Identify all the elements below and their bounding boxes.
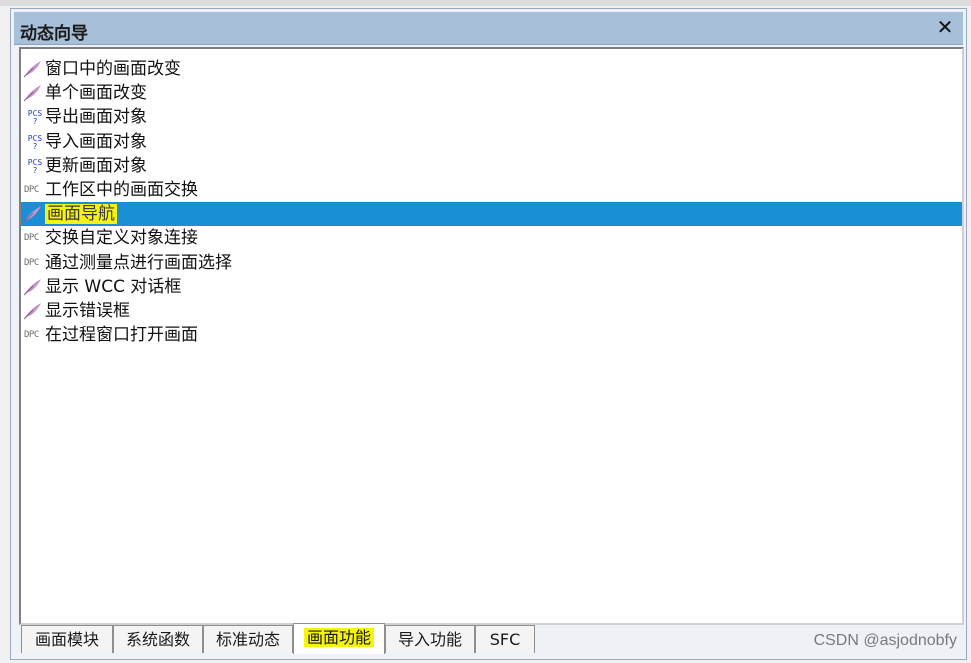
list-item-text: 在过程窗口打开画面 <box>45 325 198 346</box>
list-item-label: 更新画面对象 <box>45 154 147 178</box>
pcs-icon-text: PCS ? <box>27 157 43 175</box>
dynamic-wizard-window: 动态向导 ✕ 窗口中的画面改变 单个画面改变 PCS ? 导出画面对象 PCS ? 导入画… <box>10 8 967 660</box>
tab-label: 画面模块 <box>34 630 99 649</box>
list-item-text: 导出画面对象 <box>45 107 147 128</box>
dpc-icon: DPC <box>23 254 43 272</box>
pcs-icon: PCS ? <box>23 157 43 175</box>
list-item-label: 交换自定义对象连接 <box>45 226 198 250</box>
list-item[interactable]: 显示 WCC 对话框 <box>21 275 962 299</box>
tab-1[interactable]: 系统函数 <box>113 625 203 653</box>
quill-icon <box>23 205 43 223</box>
tab-label: 系统函数 <box>125 630 190 649</box>
list-item[interactable]: PCS ? 更新画面对象 <box>21 154 962 178</box>
list-item-label: 在过程窗口打开画面 <box>45 323 198 347</box>
dpc-icon: DPC <box>23 326 43 344</box>
titlebar: 动态向导 ✕ <box>14 12 963 45</box>
quill-icon <box>23 278 43 296</box>
tab-label: 标准动态 <box>215 630 280 649</box>
list-item-label: 导入画面对象 <box>45 130 147 154</box>
list-item-label: 画面导航 <box>45 202 117 227</box>
pcs-icon-text: PCS ? <box>27 109 43 127</box>
list-item-text: 通过测量点进行画面选择 <box>45 252 232 273</box>
list-item[interactable]: PCS ? 导出画面对象 <box>21 105 962 129</box>
dpc-icon: DPC <box>23 229 43 247</box>
list-item-label: 工作区中的画面交换 <box>45 178 198 202</box>
list-item-label: 窗口中的画面改变 <box>45 57 181 81</box>
list-item-label: 导出画面对象 <box>45 105 147 129</box>
pcs-icon-text: PCS ? <box>27 133 43 151</box>
list-item-text: 工作区中的画面交换 <box>45 180 198 200</box>
wizard-list[interactable]: 窗口中的画面改变 单个画面改变 PCS ? 导出画面对象 PCS ? 导入画面对象 PCS … <box>19 47 964 625</box>
list-item[interactable]: 单个画面改变 <box>21 81 962 105</box>
list-item-text: 更新画面对象 <box>45 155 147 176</box>
close-icon[interactable]: ✕ <box>935 16 955 38</box>
dpc-icon-text: DPC <box>24 185 39 195</box>
tab-0[interactable]: 画面模块 <box>21 625 113 653</box>
list-item[interactable]: DPC 在过程窗口打开画面 <box>21 323 962 347</box>
list-item-label: 通过测量点进行画面选择 <box>45 251 232 275</box>
dpc-icon-text: DPC <box>24 257 39 268</box>
dpc-icon: DPC <box>23 181 43 199</box>
list-item-text: 交换自定义对象连接 <box>45 228 198 249</box>
list-item[interactable]: DPC 通过测量点进行画面选择 <box>21 251 962 275</box>
list-item-text: 画面导航 <box>45 204 117 225</box>
list-item[interactable]: DPC 工作区中的画面交换 <box>21 178 962 202</box>
list-item-label: 显示 WCC 对话框 <box>45 275 181 299</box>
dpc-icon-text: DPC <box>24 233 39 244</box>
tab-label: 画面功能 <box>303 628 374 647</box>
list-item-text: 窗口中的画面改变 <box>45 59 181 79</box>
tab-label: SFC <box>489 630 521 649</box>
quill-icon <box>23 302 43 320</box>
pcs-icon: PCS ? <box>23 133 43 151</box>
list-item-text: 显示错误框 <box>45 301 130 321</box>
list-item[interactable]: PCS ? 导入画面对象 <box>21 130 962 154</box>
list-item-text: 单个画面改变 <box>45 83 147 104</box>
quill-icon <box>23 60 43 78</box>
tab-label: 导入功能 <box>397 630 462 649</box>
list-item[interactable]: 显示错误框 <box>21 299 962 323</box>
list-item[interactable]: 窗口中的画面改变 <box>21 57 962 81</box>
quill-icon <box>23 84 43 102</box>
window-title: 动态向导 <box>20 24 88 44</box>
list-item-text: 导入画面对象 <box>45 131 147 152</box>
tab-4[interactable]: 导入功能 <box>385 625 475 653</box>
tab-5[interactable]: SFC <box>475 625 535 653</box>
tab-2[interactable]: 标准动态 <box>203 625 293 653</box>
tab-3[interactable]: 画面功能 <box>293 623 385 654</box>
list-item[interactable]: DPC 交换自定义对象连接 <box>21 226 962 250</box>
list-item-label: 单个画面改变 <box>45 81 147 105</box>
list-item[interactable]: 画面导航 <box>21 202 962 227</box>
list-item-label: 显示错误框 <box>45 299 130 323</box>
list-item-text: 显示 WCC 对话框 <box>45 276 182 297</box>
watermark: CSDN @asjodnobfy <box>813 632 957 649</box>
pcs-icon: PCS ? <box>23 108 43 126</box>
top-stripe <box>0 0 971 6</box>
dpc-icon-text: DPC <box>24 330 39 341</box>
